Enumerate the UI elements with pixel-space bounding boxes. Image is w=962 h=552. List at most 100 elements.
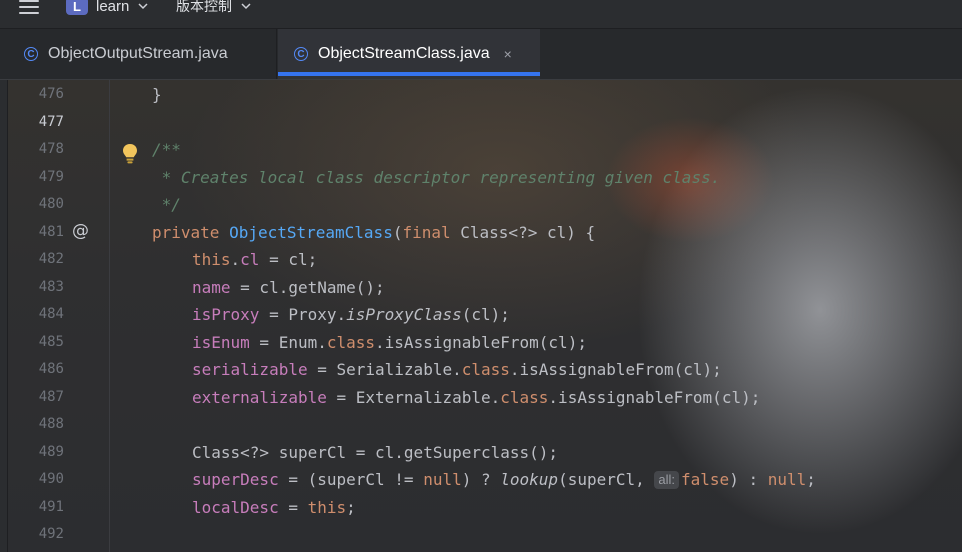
code-line: name = cl.getName(); xyxy=(192,278,385,297)
code-text: = cl.getName(); xyxy=(230,278,385,297)
code-text: ; xyxy=(806,470,816,489)
code-line: superDesc = (superCl != null) ? lookup(s… xyxy=(192,470,816,489)
code-line: Class<?> superCl = cl.getSuperclass(); xyxy=(192,443,558,462)
code-text: (cl); xyxy=(461,305,510,324)
code-text: } xyxy=(152,85,162,104)
code-text: = Enum. xyxy=(249,333,327,352)
code-text: Class<?> cl) { xyxy=(460,223,596,242)
tab-divider xyxy=(276,29,277,79)
keyword: this xyxy=(192,250,231,269)
tool-window-strip xyxy=(0,80,8,552)
line-number: 481 xyxy=(38,224,64,240)
field-name: name xyxy=(192,278,231,297)
line-number: 485 xyxy=(38,334,64,350)
tab-label: ObjectStreamClass.java xyxy=(318,45,490,62)
class-icon: C xyxy=(24,47,38,61)
line-number: 486 xyxy=(38,361,64,377)
keyword: class xyxy=(326,333,376,352)
keyword: false xyxy=(681,470,730,489)
keyword: final xyxy=(402,223,461,242)
code-text: = (superCl != xyxy=(278,470,424,489)
hamburger-icon[interactable] xyxy=(19,0,39,16)
code-text: . xyxy=(230,250,241,269)
static-method: isProxyClass xyxy=(346,305,462,324)
line-number: 480 xyxy=(38,196,64,212)
overrides-marker-icon[interactable]: @ xyxy=(72,221,89,241)
static-method: lookup xyxy=(500,470,559,489)
project-name: learn xyxy=(96,0,130,15)
keyword: null xyxy=(767,470,807,489)
line-number: 492 xyxy=(38,526,64,542)
tab-label: ObjectOutputStream.java xyxy=(48,45,228,62)
code-text: .isAssignableFrom(cl); xyxy=(548,388,761,407)
code-line: /** xyxy=(152,140,181,159)
code-text: = Serializable. xyxy=(307,360,462,379)
field-name: externalizable xyxy=(192,388,327,407)
keyword: null xyxy=(423,470,462,489)
chevron-down-icon xyxy=(138,3,148,10)
code-text: .isAssignableFrom(cl); xyxy=(375,333,587,352)
main-toolbar: L learn 版本控制 xyxy=(0,0,962,29)
lightbulb-icon[interactable] xyxy=(121,143,139,165)
parameter-hint: all: xyxy=(654,471,680,489)
code-text: = Externalizable. xyxy=(326,388,501,407)
field-name: isEnum xyxy=(192,333,250,352)
comment-text: /** xyxy=(152,140,181,159)
line-number-current: 477 xyxy=(38,114,64,130)
code-editor[interactable]: 476 477 478 479 480 481 482 483 484 485 … xyxy=(0,80,962,552)
active-tab-indicator xyxy=(278,72,540,76)
code-line: localDesc = this; xyxy=(192,498,356,517)
line-number: 476 xyxy=(38,86,64,102)
line-number: 483 xyxy=(38,279,64,295)
keyword: this xyxy=(307,498,347,517)
code-line: * Creates local class descriptor represe… xyxy=(152,168,721,187)
chevron-down-icon xyxy=(241,3,251,10)
code-text: = Proxy. xyxy=(259,305,347,324)
comment-text: * Creates local class descriptor represe… xyxy=(152,168,721,187)
tab-objectoutputstream[interactable]: C ObjectOutputStream.java xyxy=(24,29,228,79)
line-number: 491 xyxy=(38,499,64,515)
code-text: .isAssignableFrom(cl); xyxy=(509,360,722,379)
keyword: private xyxy=(152,223,230,242)
field-name: serializable xyxy=(192,360,308,379)
field-name: isProxy xyxy=(192,305,260,324)
code-text: ; xyxy=(346,498,356,517)
line-number: 490 xyxy=(38,471,64,487)
field-name: superDesc xyxy=(192,470,279,489)
code-text: ) ? xyxy=(461,470,501,489)
code-text: = xyxy=(278,498,308,517)
code-text: Class<?> superCl = cl.getSuperclass(); xyxy=(192,443,559,462)
project-badge: L xyxy=(66,0,88,15)
keyword: class xyxy=(461,360,510,379)
class-icon: C xyxy=(294,47,308,61)
code-line: */ xyxy=(152,195,181,214)
code-line: isEnum = Enum.class.isAssignableFrom(cl)… xyxy=(192,333,587,352)
code-text: = cl; xyxy=(259,250,318,269)
line-number: 478 xyxy=(38,141,64,157)
comment-text: */ xyxy=(152,195,181,214)
code-line: } xyxy=(152,85,162,104)
line-number: 489 xyxy=(38,444,64,460)
code-text: (superCl, xyxy=(558,470,655,489)
line-number: 487 xyxy=(38,389,64,405)
field-name: cl xyxy=(240,250,260,269)
field-name: localDesc xyxy=(192,498,279,517)
code-line: this.cl = cl; xyxy=(192,250,317,269)
vcs-menu[interactable]: 版本控制 xyxy=(176,0,251,16)
project-selector[interactable]: L learn xyxy=(66,0,148,16)
gutter-divider xyxy=(109,80,110,552)
method-name: ObjectStreamClass xyxy=(229,223,393,242)
code-line: externalizable = Externalizable.class.is… xyxy=(192,388,760,407)
code-line: isProxy = Proxy.isProxyClass(cl); xyxy=(192,305,510,324)
code-text: ) : xyxy=(729,470,768,489)
code-line: serializable = Serializable.class.isAssi… xyxy=(192,360,722,379)
line-number: 482 xyxy=(38,251,64,267)
vcs-label: 版本控制 xyxy=(176,0,232,14)
code-line: private ObjectStreamClass(final Class<?>… xyxy=(152,223,595,242)
close-icon[interactable]: × xyxy=(504,46,512,62)
line-number: 479 xyxy=(38,169,64,185)
keyword: class xyxy=(500,388,549,407)
editor-tab-bar: C ObjectOutputStream.java C ObjectStream… xyxy=(0,29,962,80)
line-number: 488 xyxy=(38,416,64,432)
line-number: 484 xyxy=(38,306,64,322)
